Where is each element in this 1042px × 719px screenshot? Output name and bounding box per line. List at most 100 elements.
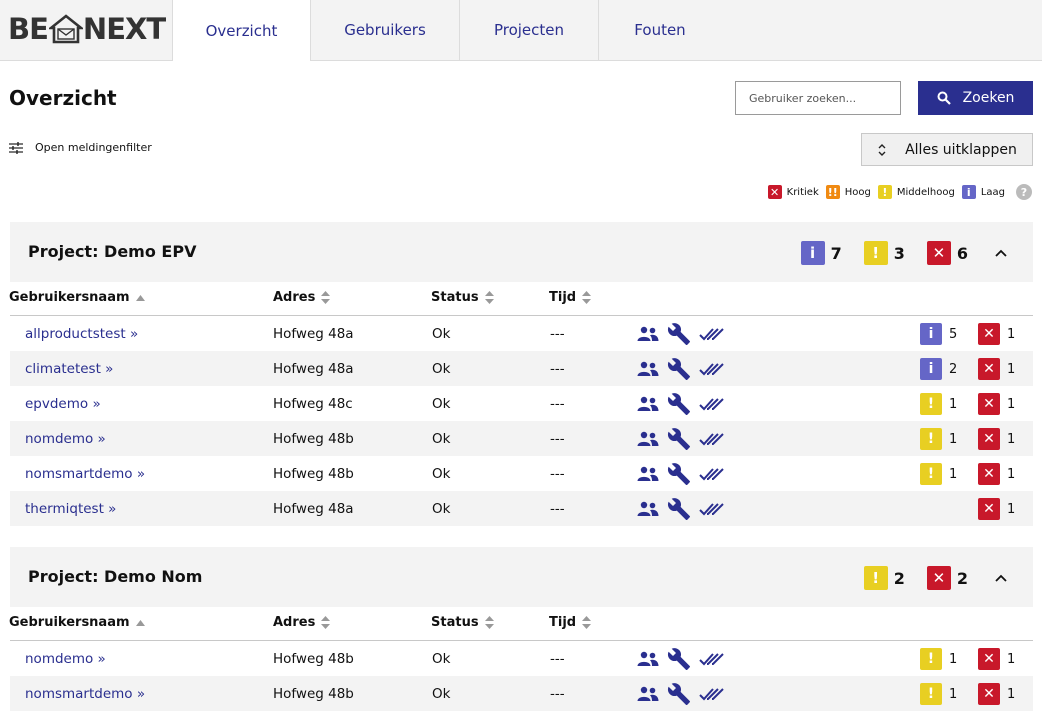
username-cell: climatetest » bbox=[25, 351, 113, 386]
username-cell: nomdemo » bbox=[25, 421, 106, 456]
close-icon: ✕ bbox=[926, 566, 951, 590]
column-header-address[interactable]: Adres bbox=[273, 615, 331, 630]
user-link[interactable]: nomdemo » bbox=[25, 431, 106, 447]
open-notification-filter-link[interactable]: Open meldingenfilter bbox=[9, 141, 152, 154]
status-cell: Ok bbox=[432, 395, 451, 412]
users-icon[interactable] bbox=[637, 326, 659, 342]
user-link[interactable]: thermiqtest » bbox=[25, 501, 116, 517]
tab-label: Overzicht bbox=[205, 21, 278, 40]
users-icon[interactable] bbox=[637, 361, 659, 377]
users-icon[interactable] bbox=[637, 651, 659, 667]
column-header-username[interactable]: Gebruikersnaam bbox=[9, 290, 145, 305]
exclamation-icon: ! bbox=[920, 428, 942, 450]
status-cell: Ok bbox=[432, 325, 451, 342]
column-header-label: Tijd bbox=[549, 615, 577, 630]
double-check-icon[interactable] bbox=[699, 501, 725, 517]
wrench-icon[interactable] bbox=[667, 322, 691, 346]
user-link[interactable]: epvdemo » bbox=[25, 396, 101, 412]
users-icon[interactable] bbox=[637, 686, 659, 702]
count-value: 3 bbox=[893, 243, 905, 263]
expand-all-button[interactable]: Alles uitklappen bbox=[861, 133, 1033, 166]
count-value: 2 bbox=[893, 568, 905, 588]
count-value: 2 bbox=[956, 568, 968, 588]
column-header-time[interactable]: Tijd bbox=[549, 615, 592, 630]
users-icon[interactable] bbox=[637, 466, 659, 482]
count-value: 1 bbox=[1007, 431, 1016, 447]
user-link[interactable]: allproductstest » bbox=[25, 326, 138, 342]
project-count-critical: ✕ 6 bbox=[926, 241, 968, 265]
row-count-critical: ✕ 1 bbox=[978, 428, 1015, 450]
close-icon: ✕ bbox=[978, 463, 1000, 485]
sort-icon bbox=[484, 291, 494, 304]
page-title: Overzicht bbox=[9, 86, 117, 110]
count-value: 1 bbox=[949, 686, 958, 702]
project-header[interactable]: Project: Demo EPV i 7! 3 ✕ 6 bbox=[10, 222, 1033, 282]
user-link[interactable]: nomdemo » bbox=[25, 651, 106, 667]
double-check-icon[interactable] bbox=[699, 651, 725, 667]
address-cell: Hofweg 48a bbox=[273, 360, 354, 377]
exclamation-icon: ! bbox=[920, 463, 942, 485]
double-check-icon[interactable] bbox=[699, 431, 725, 447]
help-icon[interactable]: ? bbox=[1016, 184, 1032, 200]
double-check-icon[interactable] bbox=[699, 326, 725, 342]
sort-ascending-icon bbox=[135, 294, 145, 301]
username-cell: allproductstest » bbox=[25, 316, 138, 351]
count-value: 1 bbox=[949, 431, 958, 447]
double-check-icon[interactable] bbox=[699, 396, 725, 412]
tab-projecten[interactable]: Projecten bbox=[460, 0, 599, 60]
count-value: 1 bbox=[1007, 466, 1016, 482]
column-header-status[interactable]: Status bbox=[431, 290, 494, 305]
sort-icon bbox=[582, 616, 592, 629]
wrench-icon[interactable] bbox=[667, 497, 691, 521]
username-cell: epvdemo » bbox=[25, 386, 101, 421]
column-header-time[interactable]: Tijd bbox=[549, 290, 592, 305]
search-button[interactable]: Zoeken bbox=[918, 81, 1033, 115]
wrench-icon[interactable] bbox=[667, 427, 691, 451]
column-header-address[interactable]: Adres bbox=[273, 290, 331, 305]
users-icon[interactable] bbox=[637, 431, 659, 447]
collapse-button[interactable] bbox=[990, 567, 1012, 589]
column-header-status[interactable]: Status bbox=[431, 615, 494, 630]
count-value: 1 bbox=[949, 396, 958, 412]
wrench-icon[interactable] bbox=[667, 392, 691, 416]
row-actions bbox=[637, 351, 725, 386]
address-cell: Hofweg 48c bbox=[273, 395, 353, 412]
time-cell: --- bbox=[550, 430, 565, 447]
row-actions bbox=[637, 421, 725, 456]
table-row: allproductstest » Hofweg 48a Ok --- i 5 ✕ 1 bbox=[10, 316, 1033, 351]
tab-gebruikers[interactable]: Gebruikers bbox=[311, 0, 460, 60]
benext-logo[interactable]: BE NEXT bbox=[8, 12, 166, 46]
project-header[interactable]: Project: Demo Nom ! 2 ✕ 2 bbox=[10, 547, 1033, 607]
tab-overzicht[interactable]: Overzicht bbox=[172, 0, 311, 61]
legend-item-high: !! Hoog bbox=[825, 185, 871, 199]
row-count-critical: ✕ 1 bbox=[978, 463, 1015, 485]
row-actions bbox=[637, 386, 725, 421]
user-link[interactable]: climatetest » bbox=[25, 361, 113, 377]
users-icon[interactable] bbox=[637, 501, 659, 517]
user-search-input[interactable] bbox=[735, 81, 901, 115]
address-cell: Hofweg 48a bbox=[273, 500, 354, 517]
user-link[interactable]: nomsmartdemo » bbox=[25, 686, 145, 702]
close-icon: ✕ bbox=[978, 428, 1000, 450]
users-icon[interactable] bbox=[637, 396, 659, 412]
count-value: 1 bbox=[1007, 361, 1016, 377]
count-value: 1 bbox=[1007, 501, 1016, 517]
column-header-username[interactable]: Gebruikersnaam bbox=[9, 615, 145, 630]
column-header-label: Tijd bbox=[549, 290, 577, 305]
collapse-button[interactable] bbox=[990, 242, 1012, 264]
project-counts: ! 2 ✕ 2 bbox=[863, 566, 1033, 590]
wrench-icon[interactable] bbox=[667, 462, 691, 486]
wrench-icon[interactable] bbox=[667, 682, 691, 706]
wrench-icon[interactable] bbox=[667, 647, 691, 671]
row-actions bbox=[637, 491, 725, 526]
row-actions bbox=[637, 676, 725, 711]
double-check-icon[interactable] bbox=[699, 361, 725, 377]
tab-fouten[interactable]: Fouten bbox=[599, 0, 721, 60]
sort-icon bbox=[321, 291, 331, 304]
row-actions bbox=[637, 316, 725, 351]
wrench-icon[interactable] bbox=[667, 357, 691, 381]
double-check-icon[interactable] bbox=[699, 686, 725, 702]
user-link[interactable]: nomsmartdemo » bbox=[25, 466, 145, 482]
double-check-icon[interactable] bbox=[699, 466, 725, 482]
legend-item-low: i Laag bbox=[961, 185, 1005, 199]
